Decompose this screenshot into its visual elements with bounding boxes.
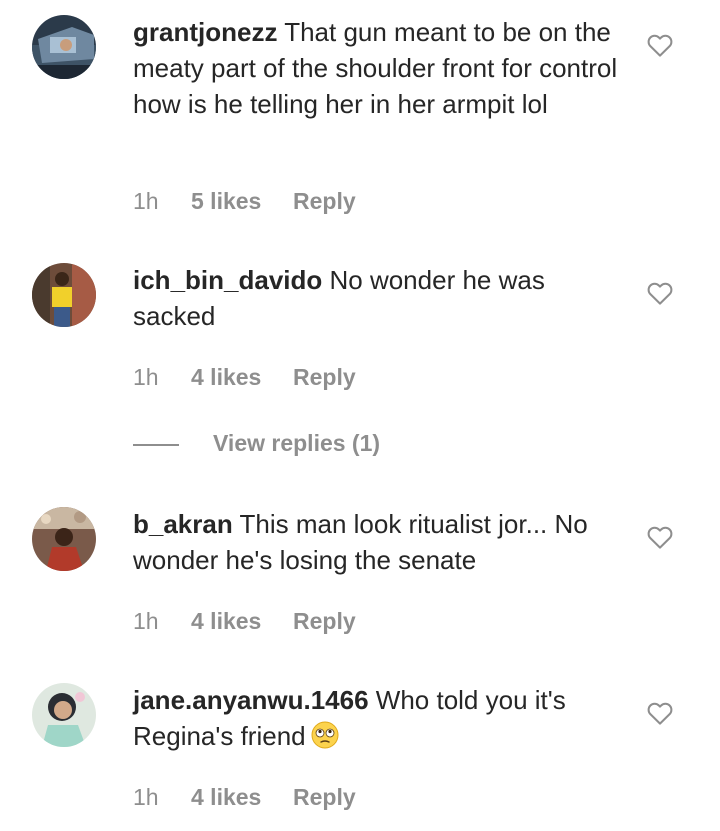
comment-meta: 1h 4 likes Reply [133,782,356,812]
avatar-image [32,683,96,747]
reply-button[interactable]: Reply [293,606,356,636]
avatar[interactable] [32,507,96,571]
heart-outline-icon[interactable] [645,698,675,728]
timestamp: 1h [133,608,159,634]
likes-count[interactable]: 5 likes [191,186,293,216]
comment-text: ich_bin_davido No wonder he was sacked [133,262,633,334]
avatar[interactable] [32,15,96,79]
username[interactable]: jane.anyanwu.1466 [133,685,369,715]
timestamp: 1h [133,784,159,810]
comment-meta: 1h 5 likes Reply [133,186,356,216]
likes-count[interactable]: 4 likes [191,782,293,812]
heart-outline-icon[interactable] [645,278,675,308]
avatar-image [32,507,96,571]
reply-button[interactable]: Reply [293,362,356,392]
avatar[interactable] [32,263,96,327]
view-replies-button[interactable]: View replies (1) [133,428,380,458]
avatar[interactable] [32,683,96,747]
comment-text: b_akran This man look ritualist jor... N… [133,506,633,578]
reply-button[interactable]: Reply [293,782,356,812]
username[interactable]: grantjonezz [133,17,277,47]
reply-button[interactable]: Reply [293,186,356,216]
comment-meta: 1h 4 likes Reply [133,362,356,392]
timestamp: 1h [133,364,159,390]
comment-meta: 1h 4 likes Reply [133,606,356,636]
comment-text: jane.anyanwu.1466 Who told you it's Regi… [133,682,633,754]
username[interactable]: ich_bin_davido [133,265,322,295]
view-replies-label: View replies (1) [213,430,381,456]
username[interactable]: b_akran [133,509,233,539]
avatar-image [32,15,96,79]
likes-count[interactable]: 4 likes [191,606,293,636]
likes-count[interactable]: 4 likes [191,362,293,392]
comment-text: grantjonezz That gun meant to be on the … [133,14,633,122]
flushed-face-emoji [311,721,339,749]
timestamp: 1h [133,188,159,214]
heart-outline-icon[interactable] [645,522,675,552]
replies-divider [133,443,179,446]
heart-outline-icon[interactable] [645,30,675,60]
avatar-image [32,263,96,327]
